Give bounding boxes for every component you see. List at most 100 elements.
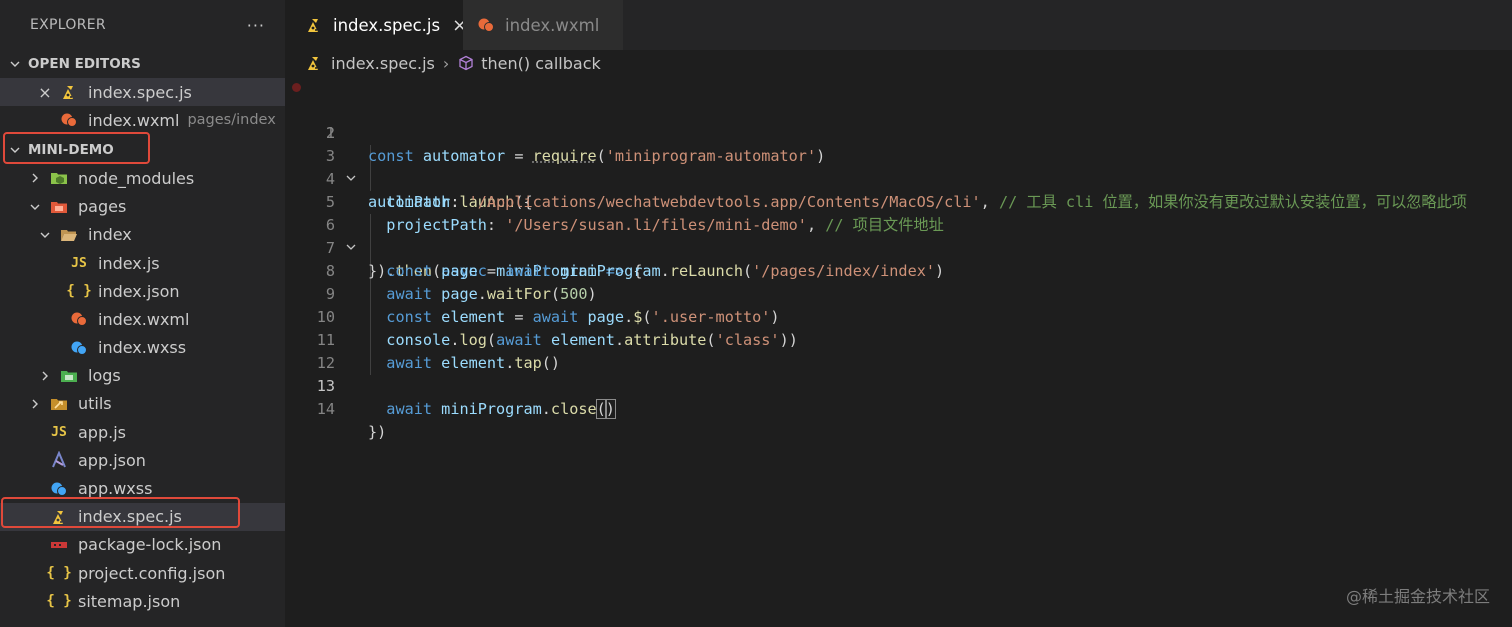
tree-item-label: logs (88, 366, 121, 386)
bracket-match: ( (595, 399, 607, 419)
wechat-orange-icon (60, 111, 78, 129)
app-json-icon (50, 451, 68, 469)
tree-item-index-json[interactable]: { } index.json (0, 277, 285, 305)
javascript-icon: JS (71, 255, 87, 271)
open-editor-path: pages/index (187, 112, 276, 129)
code-line: 12 (285, 329, 1512, 372)
tree-item-label: project.config.json (78, 563, 226, 583)
open-editors-title: OPEN EDITORS (28, 56, 141, 72)
tree-item-label: index.wxml (98, 309, 190, 329)
tree-item-label: index.js (98, 253, 160, 273)
tab-index-spec-js[interactable]: index.spec.js × (285, 0, 467, 50)
tree-item-label: package-lock.json (78, 535, 222, 555)
json-icon: { } (66, 283, 92, 300)
watermark: @稀土掘金技术社区 (1345, 587, 1490, 606)
chevron-down-icon (40, 230, 50, 240)
explorer-sidebar: EXPLORER ··· OPEN EDITORS × index.spec.j… (0, 0, 285, 627)
tab-label: index.spec.js (333, 15, 441, 35)
code-line: 9 const element = await page.$('.user-mo… (285, 260, 1512, 326)
cube-symbol-icon (457, 54, 475, 72)
breadcrumb-symbol[interactable]: then() callback (481, 54, 600, 73)
code-line: 10 console.log(await element.attribute('… (285, 283, 1512, 349)
folder-open-icon (60, 226, 78, 244)
tree-item-label: index.json (98, 281, 180, 301)
tree-item-sitemap[interactable]: { } sitemap.json (0, 587, 285, 615)
code-line: 6 }).then(async miniProgram => { (285, 191, 1512, 280)
wechat-blue-icon (70, 339, 88, 357)
tree-item-pages[interactable]: pages (0, 193, 285, 221)
open-editor-item-index-wxml[interactable]: index.wxml pages/index (0, 106, 285, 134)
breakpoint-marker[interactable] (292, 83, 301, 92)
token: miniProgram (441, 400, 542, 418)
bracket-match: ) (604, 399, 616, 419)
tree-item-utils[interactable]: utils (0, 390, 285, 418)
tree-item-label: sitemap.json (78, 591, 181, 611)
javascript-icon: JS (51, 424, 67, 440)
tree-item-label: pages (78, 197, 127, 217)
tree-item-index-js[interactable]: JS index.js (0, 249, 285, 277)
tree-item-label: app.json (78, 450, 146, 470)
tree-item-index-wxss[interactable]: index.wxss (0, 334, 285, 362)
code-line-current: 13 await miniProgram.close() (285, 352, 1512, 419)
tree-item-index-folder[interactable]: index (0, 221, 285, 249)
json-icon: { } (46, 593, 72, 610)
tree-item-logs[interactable]: logs (0, 362, 285, 390)
code-line: 5 projectPath: '/Users/susan.li/files/mi… (285, 168, 1512, 234)
breadcrumb-separator-icon: › (442, 53, 450, 73)
tree-item-index-wxml[interactable]: index.wxml (0, 305, 285, 333)
tree-item-label: index (88, 225, 132, 245)
tree-item-label: utils (78, 394, 112, 414)
tab-index-wxml[interactable]: index.wxml (463, 0, 623, 50)
explorer-title: EXPLORER (30, 17, 106, 33)
code-content: }) (368, 421, 386, 444)
breadcrumb-file[interactable]: index.spec.js (331, 54, 435, 73)
wechat-blue-icon (50, 480, 68, 498)
tree-item-label: index.wxss (98, 338, 187, 358)
tree-item-project-config[interactable]: { } project.config.json (0, 559, 285, 587)
wechat-orange-icon (477, 16, 495, 34)
breadcrumb: index.spec.js › then() callback (285, 50, 1512, 76)
tree-item-app-js[interactable]: JS app.js (0, 418, 285, 446)
code-line: 2 (285, 99, 1512, 142)
open-editor-item-index-spec[interactable]: × index.spec.js (0, 78, 285, 107)
tree-item-label: app.wxss (78, 479, 153, 499)
more-actions-icon[interactable]: ··· (247, 16, 265, 35)
tree-item-app-json[interactable]: app.json (0, 446, 285, 474)
code-line: 3 automator.launch({ (285, 122, 1512, 211)
code-line: 11 await element.tap() (285, 306, 1512, 372)
code-line: 1 const automator = require('miniprogram… (285, 76, 1512, 165)
code-line: 4 cliPath: '/Applications/wechatwebdevto… (285, 145, 1512, 211)
explorer-header: EXPLORER ··· (0, 0, 285, 50)
test-file-icon (305, 54, 323, 72)
open-editors-section-header[interactable]: OPEN EDITORS (0, 50, 285, 78)
token: close (550, 400, 597, 418)
code-editor[interactable]: 1 const automator = require('miniprogram… (285, 76, 1512, 627)
utils-folder-icon (50, 395, 68, 413)
editor-tab-bar: index.spec.js × index.wxml (285, 0, 1512, 50)
token: }) (368, 423, 387, 441)
chevron-down-icon (30, 202, 40, 212)
logs-folder-icon (60, 367, 78, 385)
chevron-right-icon (30, 399, 40, 409)
code-line: 8 await page.waitFor(500) (285, 237, 1512, 303)
token: . (541, 400, 551, 418)
highlight-box-project (3, 132, 150, 164)
test-file-icon (305, 16, 323, 34)
tab-label: index.wxml (505, 15, 600, 35)
json-icon: { } (46, 565, 72, 582)
chevron-down-icon (10, 59, 20, 69)
tree-item-label: node_modules (78, 168, 195, 188)
close-icon[interactable]: × (38, 83, 52, 102)
open-editor-label: index.spec.js (88, 82, 192, 102)
code-content: await miniProgram.close() (368, 398, 616, 421)
tree-item-package-lock[interactable]: package-lock.json (0, 531, 285, 559)
highlight-box-spec-file (1, 497, 240, 528)
tree-item-node-modules[interactable]: node_modules (0, 164, 285, 192)
pages-folder-icon (50, 198, 68, 216)
wechat-orange-icon (70, 310, 88, 328)
chevron-right-icon (30, 173, 40, 183)
test-file-icon (60, 83, 78, 101)
tree-item-label: app.js (78, 422, 126, 442)
line-number: 14 (316, 400, 335, 418)
token: await (386, 400, 433, 418)
